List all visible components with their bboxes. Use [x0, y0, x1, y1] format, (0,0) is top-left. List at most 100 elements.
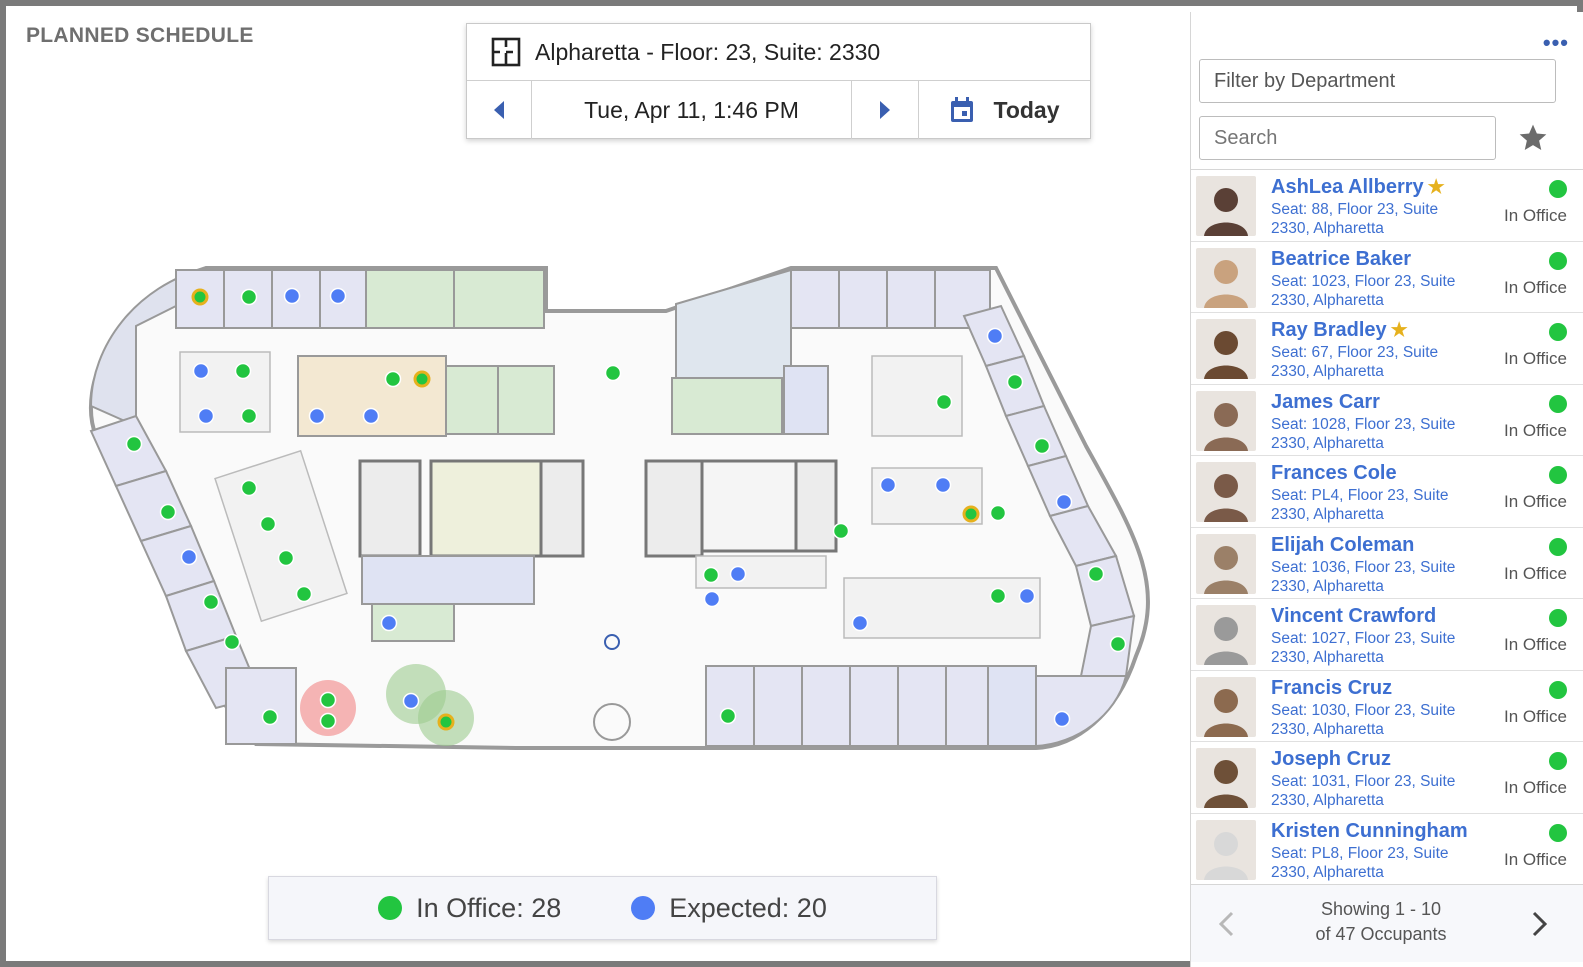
occupant-row[interactable]: Elijah Coleman Seat: 1036, Floor 23, Sui…: [1191, 528, 1583, 599]
floor-plan-map[interactable]: [76, 256, 1156, 756]
location-panel: Alpharetta - Floor: 23, Suite: 2330 Tue,…: [466, 23, 1091, 139]
occupant-seat: Seat: 1031, Floor 23, Suite 2330, Alphar…: [1271, 773, 1456, 809]
occupant-seat: Seat: PL4, Floor 23, Suite 2330, Alphare…: [1271, 487, 1449, 523]
status-dot-icon: [1549, 180, 1567, 198]
occupant-row[interactable]: Kristen Cunningham Seat: PL8, Floor 23, …: [1191, 814, 1583, 885]
page-title: PLANNED SCHEDULE: [26, 24, 254, 47]
occupant-row[interactable]: Beatrice Baker Seat: 1023, Floor 23, Sui…: [1191, 242, 1583, 313]
occupant-row[interactable]: Vincent Crawford Seat: 1027, Floor 23, S…: [1191, 599, 1583, 671]
occupancy-legend: In Office: 28 Expected: 20: [268, 876, 937, 940]
conference-room: [361, 555, 535, 605]
chevron-right-icon[interactable]: [1525, 909, 1553, 939]
app-frame: PLANNED SCHEDULE Alpharetta - Floor: 23,…: [0, 0, 1583, 967]
occupant-status: In Office: [1504, 778, 1567, 797]
occupant-seat: Seat: 88, Floor 23, Suite 2330, Alpharet…: [1271, 201, 1439, 237]
occupant-name-label: James Carr: [1271, 390, 1380, 413]
next-date-button[interactable]: [852, 81, 919, 139]
occupants-sidebar: ••• Filter by Department AshLea Allberry…: [1190, 12, 1583, 967]
occupant-name-label: Beatrice Baker: [1271, 247, 1412, 270]
occupant-list: AshLea Allberry ★ Seat: 88, Floor 23, Sui…: [1191, 169, 1583, 885]
status-dot-icon: [1549, 466, 1567, 484]
occupant-name[interactable]: Vincent Crawford: [1271, 605, 1436, 628]
occupant-status: In Office: [1504, 206, 1567, 225]
location-name: Alpharetta - Floor: 23, Suite: 2330: [535, 38, 881, 65]
occupant-seat: Seat: 1023, Floor 23, Suite 2330, Alphar…: [1271, 272, 1456, 309]
avatar: [1196, 462, 1256, 522]
legend-in-office: In Office: 28: [378, 893, 561, 924]
calendar-icon: [951, 97, 974, 122]
status-dot-icon: [1549, 394, 1567, 413]
occupant-status: In Office: [1504, 706, 1567, 726]
occupant-name[interactable]: Kristen Cunningham: [1271, 820, 1468, 843]
occupant-name[interactable]: Ray Bradley ★: [1271, 319, 1408, 342]
favorite-star-icon: ★: [1390, 320, 1408, 341]
bottom-offices: [705, 665, 1037, 747]
search-input[interactable]: [1199, 116, 1496, 160]
legend-in-office-label: In Office: 28: [416, 892, 562, 923]
occupant-name-label: Joseph Cruz: [1271, 748, 1392, 770]
legend-expected-label: Expected: 20: [669, 892, 827, 923]
occupant-name-label: Francis Cruz: [1271, 676, 1393, 699]
occupant-name[interactable]: Francis Cruz: [1271, 677, 1392, 700]
occupant-name-label: AshLea Allberry: [1271, 176, 1424, 198]
date-navigation: Tue, Apr 11, 1:46 PM Today: [467, 81, 1090, 139]
status-dot-icon: [1549, 752, 1567, 770]
occupant-seat: Seat: 1030, Floor 23, Suite 2330, Alphar…: [1271, 701, 1456, 738]
in-office-dot-icon: [378, 896, 403, 920]
occupant-name-label: Frances Cole: [1271, 462, 1397, 484]
avatar: [1196, 819, 1256, 880]
star-icon[interactable]: [1517, 122, 1549, 154]
today-label: Today: [993, 96, 1060, 123]
occupant-row[interactable]: Francis Cruz Seat: 1030, Floor 23, Suite…: [1191, 671, 1583, 742]
occupant-status: In Office: [1504, 849, 1567, 869]
avatar: [1196, 176, 1256, 236]
occupant-row[interactable]: AshLea Allberry ★ Seat: 88, Floor 23, Sui…: [1191, 170, 1583, 242]
occupant-name[interactable]: AshLea Allberry ★: [1271, 176, 1445, 199]
pagination-total: of 47 Occupants: [1315, 924, 1447, 944]
occupant-name[interactable]: Elijah Coleman: [1271, 534, 1414, 557]
occupant-status: In Office: [1504, 277, 1567, 297]
occupant-row[interactable]: Frances Cole Seat: PL4, Floor 23, Suite …: [1191, 456, 1583, 528]
previous-date-button[interactable]: [467, 81, 532, 139]
occupant-name-label: Ray Bradley: [1271, 319, 1387, 341]
floor-plan-icon: [491, 37, 521, 67]
status-dot-icon: [1549, 609, 1567, 627]
occupant-name[interactable]: Beatrice Baker: [1271, 248, 1411, 271]
status-dot-icon: [1549, 537, 1567, 556]
occupant-status: In Office: [1504, 563, 1567, 583]
avatar: [1196, 748, 1256, 808]
status-dot-icon: [1549, 323, 1567, 341]
occupant-name[interactable]: Frances Cole: [1271, 462, 1397, 485]
occupant-name-label: Vincent Crawford: [1271, 605, 1437, 627]
occupant-seat: Seat: 1036, Floor 23, Suite 2330, Alphar…: [1271, 558, 1456, 595]
occupant-row[interactable]: James Carr Seat: 1028, Floor 23, Suite 2…: [1191, 385, 1583, 456]
avatar: [1196, 390, 1256, 451]
status-dot-icon: [1549, 680, 1567, 699]
location-selector[interactable]: Alpharetta - Floor: 23, Suite: 2330: [467, 24, 1090, 81]
pagination: Showing 1 - 10 of 47 Occupants: [1191, 884, 1583, 962]
expected-dot-icon: [631, 896, 656, 920]
occupant-name[interactable]: Joseph Cruz: [1271, 748, 1391, 771]
department-filter-select[interactable]: Filter by Department: [1199, 59, 1556, 103]
pagination-summary: Showing 1 - 10 of 47 Occupants: [1281, 897, 1481, 947]
avatar: [1196, 247, 1256, 308]
avatar: [1196, 676, 1256, 737]
status-dot-icon: [1549, 251, 1567, 270]
occupant-name[interactable]: James Carr: [1271, 391, 1380, 414]
occupant-seat: Seat: PL8, Floor 23, Suite 2330, Alphare…: [1271, 844, 1449, 881]
occupant-row[interactable]: Joseph Cruz Seat: 1031, Floor 23, Suite …: [1191, 742, 1583, 814]
today-button[interactable]: Today: [919, 81, 1090, 139]
current-datetime[interactable]: Tue, Apr 11, 1:46 PM: [532, 81, 852, 139]
legend-expected: Expected: 20: [631, 893, 827, 924]
occupant-row[interactable]: Ray Bradley ★ Seat: 67, Floor 23, Suite 2…: [1191, 313, 1583, 385]
more-horizontal-icon[interactable]: •••: [1543, 30, 1569, 56]
occupant-seat: Seat: 1028, Floor 23, Suite 2330, Alphar…: [1271, 415, 1456, 452]
occupant-seat: Seat: 1027, Floor 23, Suite 2330, Alphar…: [1271, 630, 1456, 666]
chevron-left-icon[interactable]: [1213, 909, 1241, 939]
occupant-status: In Office: [1504, 492, 1567, 511]
chevron-left-icon: [494, 101, 504, 119]
occupant-status: In Office: [1504, 420, 1567, 440]
pagination-range: Showing 1 - 10: [1320, 899, 1442, 919]
occupant-name-label: Kristen Cunningham: [1271, 819, 1468, 842]
favorite-star-icon: ★: [1427, 177, 1445, 198]
